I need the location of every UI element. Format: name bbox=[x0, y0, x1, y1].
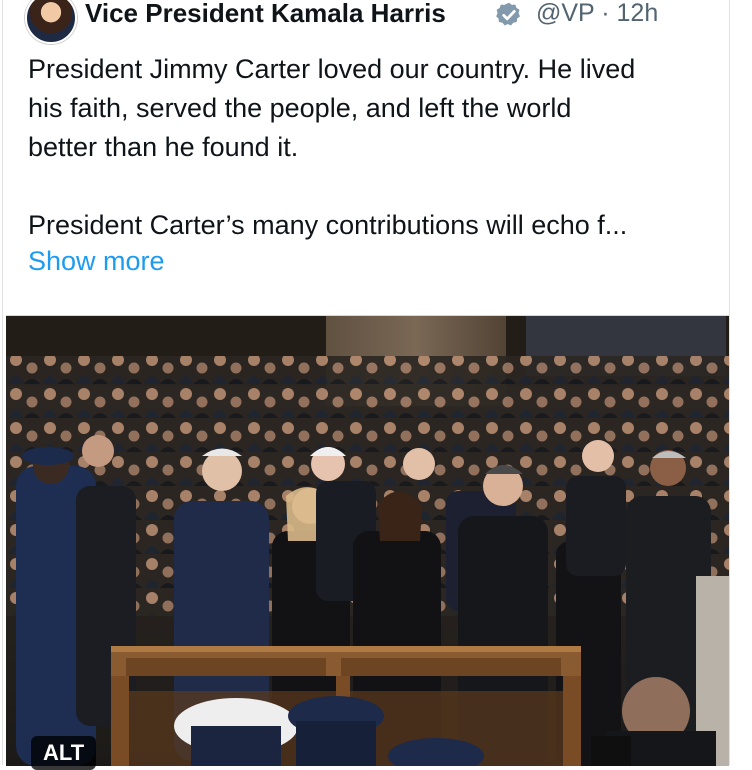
meta-separator: · bbox=[601, 0, 610, 27]
post-photo[interactable] bbox=[6, 315, 729, 766]
post-card[interactable]: Vice President Kamala Harris @VP · 12h P… bbox=[2, 0, 730, 770]
post-meta: @VP · 12h bbox=[536, 0, 658, 28]
funeral-ceremony-photo bbox=[6, 316, 729, 766]
author-name[interactable]: Vice President Kamala Harris bbox=[85, 0, 446, 29]
profile-avatar[interactable] bbox=[25, 0, 77, 44]
post-header: Vice President Kamala Harris @VP · 12h bbox=[3, 0, 729, 44]
gray-verified-badge-icon[interactable] bbox=[495, 1, 523, 29]
author-handle[interactable]: @VP bbox=[536, 0, 594, 27]
post-text: President Jimmy Carter loved our country… bbox=[28, 54, 636, 240]
show-more-link[interactable]: Show more bbox=[28, 246, 165, 277]
post-timestamp[interactable]: 12h bbox=[617, 0, 659, 27]
